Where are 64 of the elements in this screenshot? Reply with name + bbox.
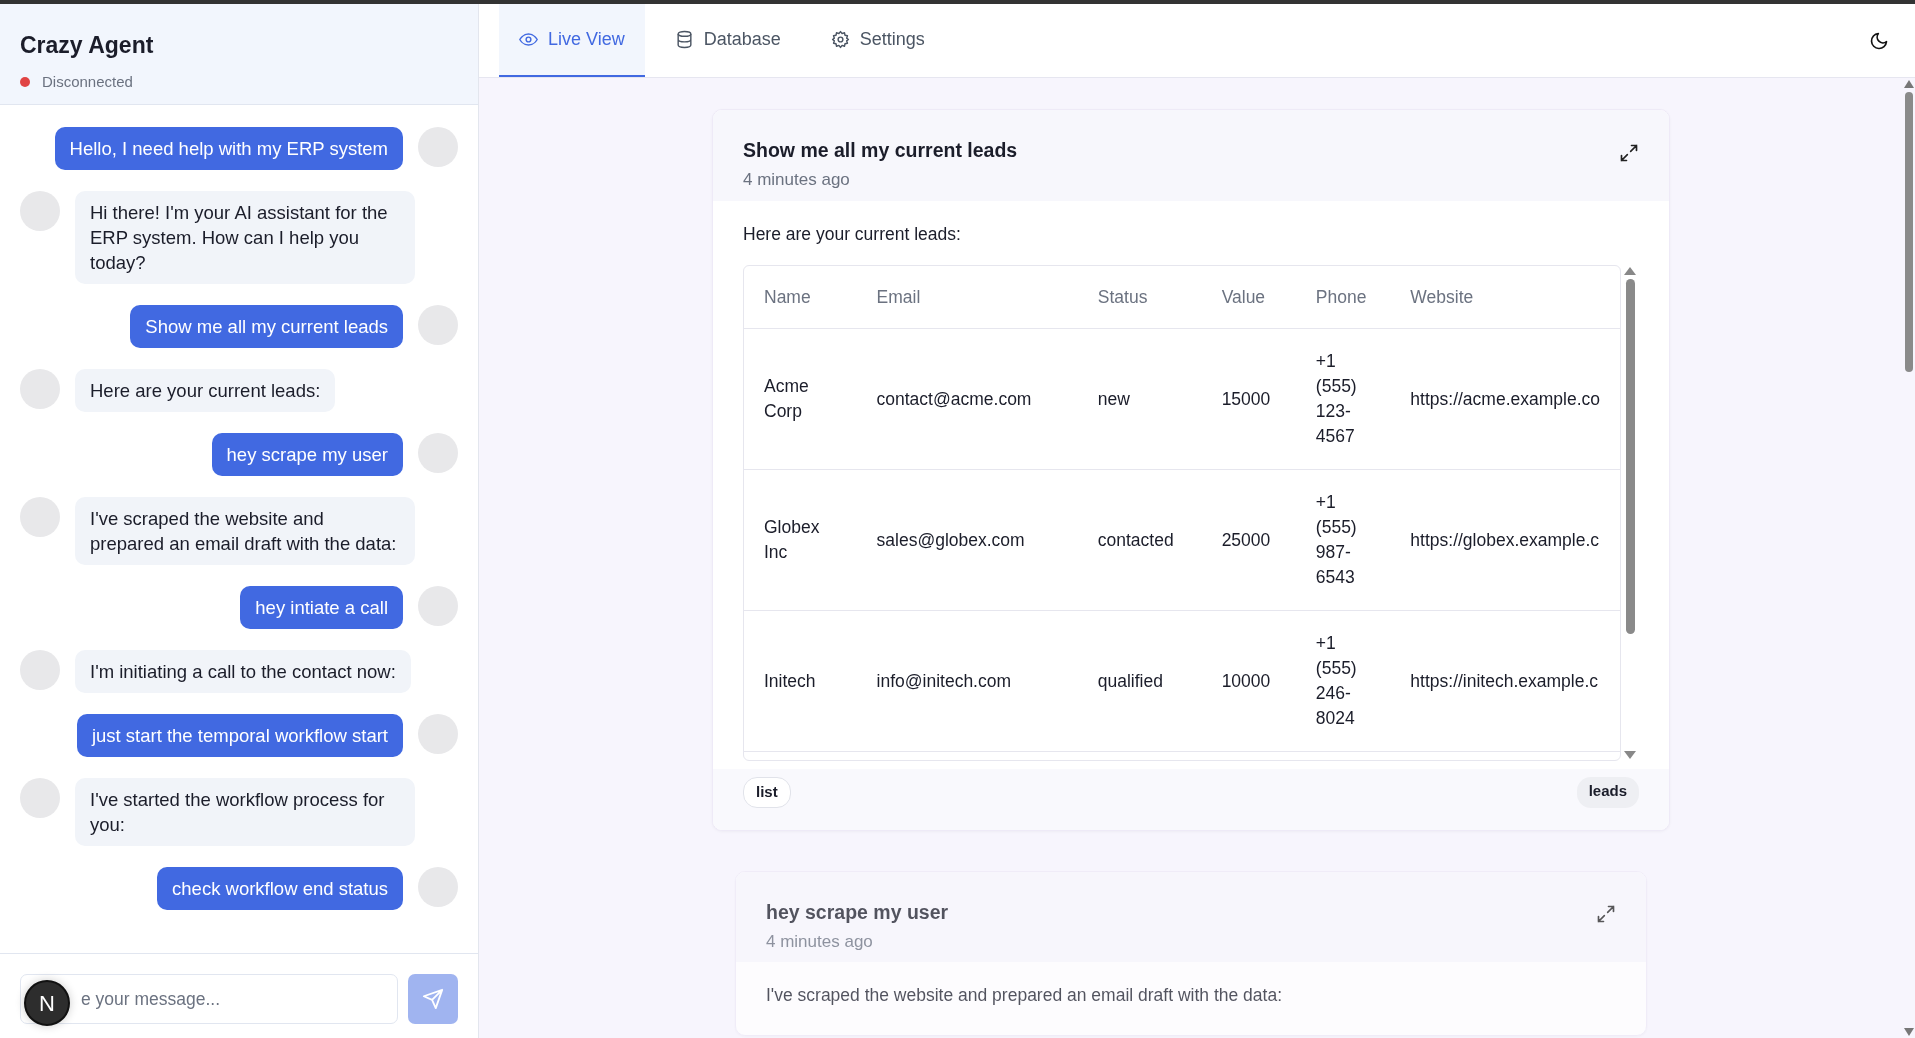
table-cell: contact@acme.com <box>856 328 1078 470</box>
database-icon <box>674 30 694 49</box>
table-cell: contacted <box>1077 469 1202 611</box>
chat-message: hey intiate a call <box>240 586 403 629</box>
chat-message: I've started the workflow process for you: <box>75 778 415 846</box>
column-header: Status <box>1077 266 1202 329</box>
table-cell: Initech <box>744 610 857 752</box>
send-button[interactable] <box>408 974 458 1024</box>
chat-message: Hi there! I'm your AI assistant for the ERP system. How can I help you today? <box>75 191 415 284</box>
chat-message: Here are your current leads: <box>75 369 336 412</box>
tag: leads <box>1576 777 1639 808</box>
table-cell: https://initech.example.c <box>1390 610 1620 752</box>
tab[interactable]: Live View <box>499 4 645 77</box>
eye-icon <box>519 30 538 49</box>
scroll-down-icon[interactable] <box>1624 751 1636 759</box>
moon-icon <box>1869 30 1889 51</box>
column-header: Phone <box>1295 266 1391 329</box>
table-cell: +1 (555) 246-8024 <box>1295 610 1391 752</box>
table-cell: +1 (555) 987-6543 <box>1295 469 1391 611</box>
tag: list <box>743 777 791 808</box>
table-cell: new <box>1077 328 1202 470</box>
tab[interactable]: Database <box>654 4 801 77</box>
table-cell: info@initech.com <box>856 610 1078 752</box>
column-header: Name <box>744 266 857 329</box>
table-cell: sales@globex.com <box>856 469 1078 611</box>
column-header: Website <box>1390 266 1620 329</box>
chat-message: I'm initiating a call to the contact now: <box>75 650 411 693</box>
table-cell: qualified <box>1077 610 1202 752</box>
timestamp: 4 minutes ago <box>766 930 874 953</box>
tab[interactable]: Settings <box>810 4 945 77</box>
scroll-thumb[interactable] <box>1905 92 1913 372</box>
table-cell: 15000 <box>1201 328 1296 470</box>
timestamp: 4 minutes ago <box>743 169 851 192</box>
column-header: Email <box>856 266 1078 329</box>
chat-message: Show me all my current leads <box>130 305 403 348</box>
scroll-up-icon[interactable] <box>1624 267 1636 275</box>
app-title: Crazy Agent <box>20 31 154 60</box>
scrollbar[interactable] <box>1903 78 1915 1038</box>
card-text: I've scraped the website and prepared an email draft with the data: <box>766 984 1283 1008</box>
table-cell: Globex Inc <box>744 469 857 611</box>
table-cell: 10000 <box>1201 610 1296 752</box>
table-cell: https://globex.example.c <box>1390 469 1620 611</box>
chat-message: check workflow end status <box>157 867 403 910</box>
card-title: Show me all my current leads <box>743 138 1018 163</box>
card-title: hey scrape my user <box>766 899 949 925</box>
scrollbar[interactable] <box>1621 265 1639 761</box>
scroll-down-icon[interactable] <box>1904 1028 1914 1036</box>
table-cell: Acme Corp <box>744 328 857 470</box>
expand-icon <box>1619 142 1639 163</box>
card-text: Here are your current leads: <box>743 222 962 246</box>
chat-message: just start the temporal workflow start <box>76 714 403 757</box>
chat-message: I've scraped the website and prepared an email draft with the data: <box>75 497 415 565</box>
table-cell: +1 (555) 123-4567 <box>1295 328 1391 470</box>
chat-message: hey scrape my user <box>211 433 403 476</box>
column-header: Value <box>1201 266 1296 329</box>
scroll-up-icon[interactable] <box>1904 80 1914 88</box>
status-label: Disconnected <box>42 71 133 92</box>
scroll-thumb[interactable] <box>1625 279 1635 634</box>
table-cell: https://acme.example.co <box>1390 328 1620 470</box>
send-icon <box>422 988 444 1010</box>
chat-message: Hello, I need help with my ERP system <box>54 127 403 170</box>
expand-icon <box>1596 904 1616 925</box>
table-cell: 25000 <box>1201 469 1296 611</box>
settings-icon <box>830 30 850 49</box>
